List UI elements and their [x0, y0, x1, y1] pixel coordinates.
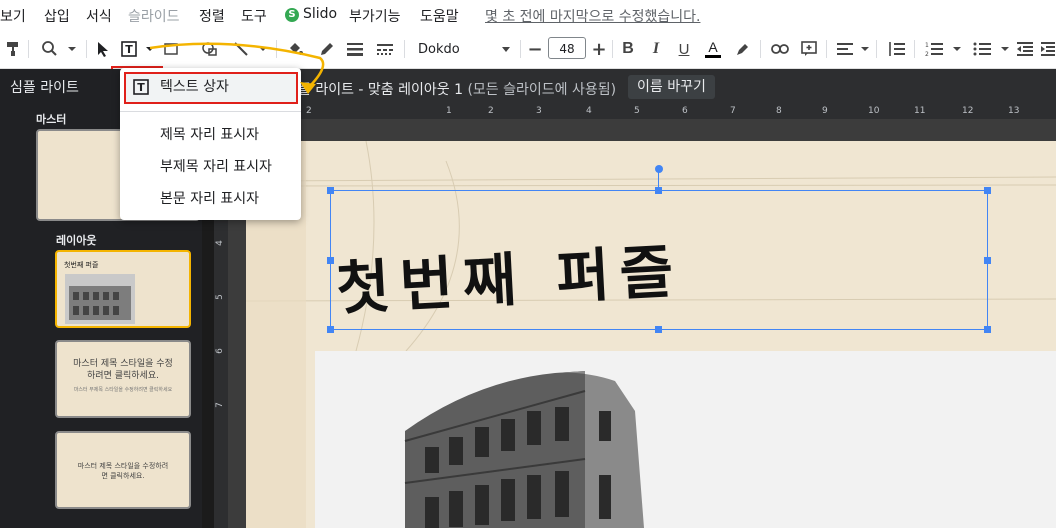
- line-spacing-icon[interactable]: [886, 38, 906, 60]
- font-name: Dokdo: [418, 41, 460, 57]
- ruler-tick-label: 2: [306, 106, 312, 116]
- font-select[interactable]: Dokdo: [414, 38, 514, 60]
- rename-button[interactable]: 이름 바꾸기: [628, 75, 715, 99]
- menu-format[interactable]: 서식: [86, 6, 112, 26]
- link-icon[interactable]: [770, 38, 790, 60]
- dropdown-item-subtitle-placeholder[interactable]: 부제목 자리 표시자: [160, 156, 272, 176]
- ruler-tick-label: 9: [822, 106, 828, 116]
- layout-thumbnail-1[interactable]: 첫번째 퍼즐: [55, 250, 191, 328]
- colosseum-image[interactable]: [315, 351, 1056, 528]
- annotation-arrow: [149, 42, 325, 94]
- menu-tools[interactable]: 도구: [241, 6, 267, 26]
- svg-text:2: 2: [925, 51, 929, 57]
- ruler-tick-label: 2: [488, 106, 494, 116]
- resize-handle-se[interactable]: [984, 326, 991, 333]
- menu-arrange[interactable]: 정렬: [199, 6, 225, 26]
- indent-decrease-icon[interactable]: [1016, 38, 1034, 60]
- ruler-tick-label: 3: [536, 106, 542, 116]
- resize-handle-e[interactable]: [984, 257, 991, 264]
- horizontal-ruler: 2 1 2 3 4 5 6 7 8 9 10 11 12 13: [214, 105, 1056, 119]
- thumb-body: 마스터 제목 스타일을 수정하려면 클릭하세요.: [77, 462, 169, 480]
- align-icon[interactable]: [836, 38, 870, 60]
- resize-handle-sw[interactable]: [327, 326, 334, 333]
- ruler-tick-label: 7: [214, 402, 225, 408]
- editor-header: 플 라이트 - 맞춤 레이아웃 1 (모든 슬라이드에 사용됨) 이름 바꾸기: [214, 69, 1056, 105]
- border-dash-icon[interactable]: [376, 38, 394, 60]
- ruler-tick-label: 5: [634, 106, 640, 116]
- ruler-tick-label: 1: [446, 106, 452, 116]
- ruler-tick-label: 4: [586, 106, 592, 116]
- selection-box[interactable]: [330, 190, 988, 330]
- font-size-decrease-button[interactable]: −: [526, 38, 544, 60]
- slido-icon: S: [285, 8, 299, 22]
- italic-icon[interactable]: I: [648, 38, 664, 60]
- menu-view[interactable]: 보기: [0, 6, 26, 26]
- bold-icon[interactable]: B: [620, 38, 636, 60]
- resize-handle-ne[interactable]: [984, 187, 991, 194]
- slide-canvas: 첫번째 퍼즐: [228, 119, 1056, 528]
- comment-icon[interactable]: [800, 38, 818, 60]
- paint-format-icon[interactable]: [4, 38, 22, 60]
- dropdown-separator: [120, 111, 301, 112]
- indent-increase-icon[interactable]: [1040, 38, 1056, 60]
- layout-title: 플 라이트 - 맞춤 레이아웃 1 (모든 슬라이드에 사용됨): [298, 79, 616, 99]
- ruler-tick-label: 4: [214, 240, 225, 246]
- menu-help[interactable]: 도움말: [420, 6, 459, 26]
- master-label: 마스터: [36, 113, 67, 126]
- rotation-handle[interactable]: [655, 165, 663, 173]
- ruler-tick-label: 6: [682, 106, 688, 116]
- thumb-title: 첫번째 퍼즐: [64, 261, 99, 269]
- select-icon[interactable]: [96, 38, 110, 60]
- ruler-tick-label: 5: [214, 294, 225, 300]
- dropdown-item-title-placeholder[interactable]: 제목 자리 표시자: [160, 124, 259, 144]
- resize-handle-nw[interactable]: [327, 187, 334, 194]
- thumb-subtitle: 마스터 부제목 스타일을 수정하려면 클릭하세요: [73, 387, 173, 393]
- border-weight-icon[interactable]: [346, 38, 364, 60]
- thumb-title: 마스터 제목 스타일을 수정하려면 클릭하세요.: [73, 359, 173, 381]
- resize-handle-n[interactable]: [655, 187, 662, 194]
- svg-text:1: 1: [925, 42, 929, 49]
- ruler-tick-label: 12: [962, 106, 974, 116]
- layout-usage: (모든 슬라이드에 사용됨): [467, 82, 617, 98]
- ruler-tick-label: 7: [730, 106, 736, 116]
- ruler-tick-label: 8: [776, 106, 782, 116]
- layout-label: 레이아웃: [56, 234, 97, 247]
- ruler-tick-label: 13: [1008, 106, 1020, 116]
- svg-text:T: T: [125, 43, 133, 56]
- resize-handle-s[interactable]: [655, 326, 662, 333]
- highlight-icon[interactable]: [734, 38, 752, 60]
- font-size-input[interactable]: 48: [548, 37, 586, 59]
- resize-handle-w[interactable]: [327, 257, 334, 264]
- ruler-tick-label: 6: [214, 348, 225, 354]
- text-color-icon[interactable]: A: [704, 38, 722, 60]
- dropdown-item-body-placeholder[interactable]: 본문 자리 표시자: [160, 188, 259, 208]
- ruler-tick-label: 10: [868, 106, 880, 116]
- layout-thumbnail-2[interactable]: 마스터 제목 스타일을 수정하려면 클릭하세요. 마스터 부제목 스타일을 수정…: [55, 340, 191, 418]
- numbered-list-icon[interactable]: 12: [924, 38, 962, 60]
- menu-slido[interactable]: Slido: [303, 6, 337, 22]
- slide[interactable]: 첫번째 퍼즐: [246, 141, 1056, 528]
- theme-name: 심플 라이트: [10, 80, 79, 96]
- chevron-down-icon: [502, 46, 510, 52]
- font-size-increase-button[interactable]: +: [590, 38, 608, 60]
- thumb-photo: [65, 274, 135, 324]
- layout-thumbnail-3[interactable]: 마스터 제목 스타일을 수정하려면 클릭하세요.: [55, 431, 191, 509]
- menu-addons[interactable]: 부가기능: [349, 6, 401, 26]
- menu-bar: 보기 삽입 서식 슬라이드 정렬 도구 S Slido 부가기능 도움말 몇 초…: [0, 0, 1056, 30]
- menu-slide[interactable]: 슬라이드: [128, 6, 180, 26]
- ruler-tick-label: 11: [914, 106, 926, 116]
- underline-icon[interactable]: U: [676, 38, 692, 60]
- bulleted-list-icon[interactable]: [972, 38, 1010, 60]
- zoom-icon[interactable]: [40, 38, 78, 60]
- svg-text:A: A: [708, 39, 718, 55]
- last-edit-link[interactable]: 몇 초 전에 마지막으로 수정했습니다.: [485, 6, 700, 26]
- menu-insert[interactable]: 삽입: [44, 6, 70, 26]
